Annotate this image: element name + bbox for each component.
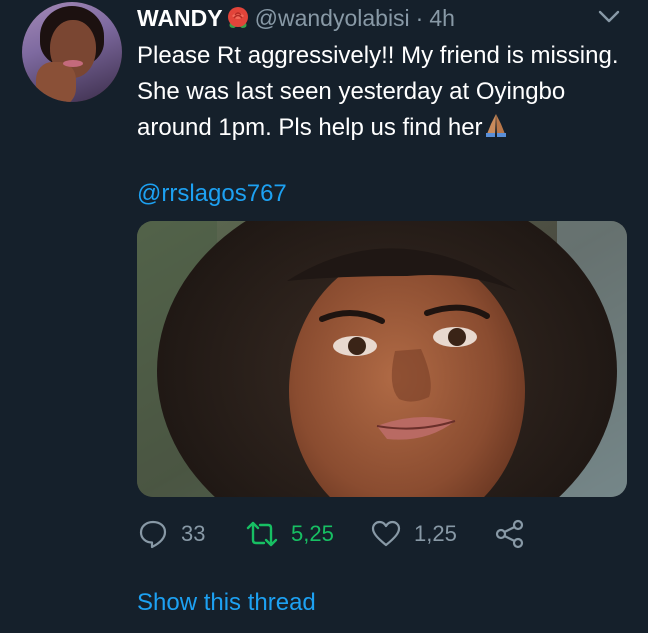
- avatar[interactable]: [22, 2, 122, 102]
- show-thread-link[interactable]: Show this thread: [137, 586, 316, 620]
- retweet-button[interactable]: 5,25: [245, 518, 370, 550]
- tweet-photo[interactable]: [137, 221, 627, 497]
- like-count: 1,25: [414, 521, 457, 546]
- avatar-lips: [63, 60, 83, 67]
- share-button[interactable]: [495, 519, 525, 549]
- mention-link[interactable]: @rrslagos767: [137, 176, 287, 212]
- pray-icon: [483, 112, 509, 138]
- reply-icon: [139, 520, 167, 549]
- tweet[interactable]: WANDY @wandyolabisi · 4h Please Rt aggre…: [0, 0, 648, 633]
- tweet-text-content: Please Rt aggressively!! My friend is mi…: [137, 42, 619, 141]
- retweet-icon: [246, 521, 278, 547]
- tweet-actions: 33 5,25 1,25: [137, 517, 525, 551]
- tweet-text: Please Rt aggressively!! My friend is mi…: [137, 38, 627, 146]
- chevron-down-icon[interactable]: [596, 8, 622, 26]
- tweet-timestamp[interactable]: 4h: [429, 5, 455, 32]
- reply-count: 33: [181, 521, 206, 546]
- retweet-count: 5,25: [291, 521, 334, 546]
- tweet-header: WANDY @wandyolabisi · 4h: [137, 4, 455, 32]
- separator-dot: ·: [415, 4, 424, 31]
- author-display-name[interactable]: WANDY: [137, 5, 223, 32]
- author-handle[interactable]: @wandyolabisi: [255, 5, 410, 32]
- heart-icon: [371, 520, 401, 547]
- reply-button[interactable]: 33: [137, 518, 245, 550]
- share-icon: [495, 519, 524, 549]
- like-button[interactable]: 1,25: [370, 518, 495, 550]
- rose-icon: [225, 6, 251, 30]
- avatar-hand: [36, 62, 76, 102]
